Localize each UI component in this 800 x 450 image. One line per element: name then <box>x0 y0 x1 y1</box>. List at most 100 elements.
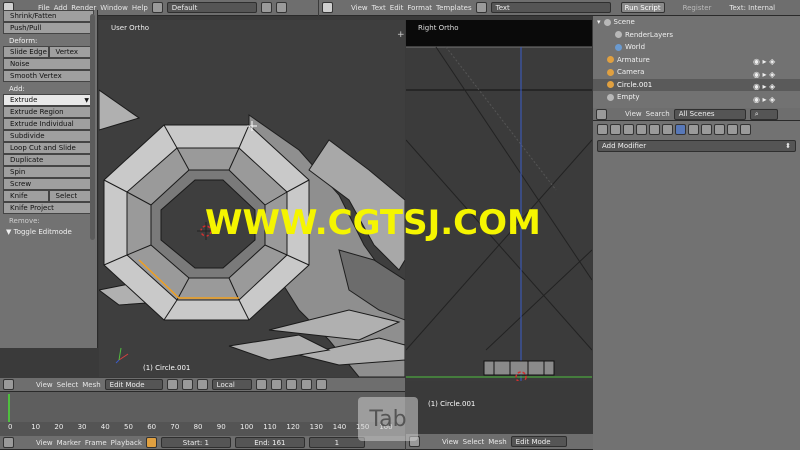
register-checkbox[interactable]: Register <box>683 4 712 12</box>
snap-icon[interactable] <box>315 379 327 390</box>
viewport-left-label: User Ortho <box>111 24 150 32</box>
spin-button[interactable]: Spin <box>3 166 94 178</box>
push-pull-button[interactable]: Push/Pull <box>3 22 94 34</box>
constraints-tab-icon[interactable] <box>662 124 673 135</box>
viewport-corner-plus-icon[interactable]: + <box>397 30 405 40</box>
outliner-row-renderlayers[interactable]: RenderLayers <box>593 29 800 42</box>
modifiers-tab-icon[interactable] <box>675 124 686 135</box>
add-modifier-select[interactable]: Add Modifier ⬍ <box>597 140 796 152</box>
view3d-menu-select[interactable]: Select <box>57 381 79 389</box>
timeline-menu-view[interactable]: View <box>36 439 53 447</box>
outliner-view-menu[interactable]: View <box>625 110 642 118</box>
shrink-fatten-button[interactable]: Shrink/Fatten <box>3 10 94 22</box>
empty-icon <box>607 93 614 101</box>
viewport-user-ortho[interactable]: User Ortho (1) Circle.001 <box>99 20 405 377</box>
layout-select[interactable]: Default <box>166 2 257 13</box>
view3d-menu-mesh[interactable]: Mesh <box>82 381 100 389</box>
menu-help[interactable]: Help <box>132 4 148 12</box>
toggle-editmode-panel[interactable]: ▼ Toggle Editmode <box>0 226 97 238</box>
toolshelf-scrollbar[interactable] <box>90 14 95 240</box>
loop-cut-button[interactable]: Loop Cut and Slide <box>3 142 94 154</box>
visibility-icons[interactable]: ◉ ▸ ◈ ◉ ▸ ◈ ◉ ▸ ◈ ◉ ▸ ◈ <box>753 56 793 106</box>
timeline-tick: 60 <box>147 423 157 431</box>
outliner-row-world[interactable]: World <box>593 41 800 54</box>
deform-label: Deform: <box>9 37 38 45</box>
current-frame-marker[interactable] <box>8 394 10 424</box>
text-menu-text[interactable]: Text <box>372 4 386 12</box>
knife-project-button[interactable]: Knife Project <box>3 202 94 214</box>
pivot-icon[interactable] <box>181 379 193 390</box>
text-internal-label: Text: Internal <box>729 3 776 12</box>
shading-icon[interactable] <box>166 379 178 390</box>
keying-icon[interactable] <box>145 437 157 448</box>
object-tab-icon[interactable] <box>649 124 660 135</box>
mode-select[interactable]: Edit Mode <box>104 379 163 390</box>
layers-tab-icon[interactable] <box>610 124 621 135</box>
particles-tab-icon[interactable] <box>727 124 738 135</box>
material-tab-icon[interactable] <box>701 124 712 135</box>
end-frame-field[interactable]: End: 161 <box>234 437 305 448</box>
text-select[interactable]: Text <box>490 2 611 13</box>
outliner-row-scene[interactable]: ▾ Scene <box>593 16 800 29</box>
orientation-select[interactable]: Local <box>211 379 252 390</box>
text-menu-view[interactable]: View <box>351 4 368 12</box>
text-menu-templates[interactable]: Templates <box>436 4 472 12</box>
remove-layout-icon[interactable] <box>275 2 287 13</box>
expand-icon: ▾ <box>597 18 601 27</box>
noise-button[interactable]: Noise <box>3 58 94 70</box>
start-frame-field[interactable]: Start: 1 <box>160 437 231 448</box>
right-mode-select[interactable]: Edit Mode <box>510 436 567 447</box>
smooth-vertex-button[interactable]: Smooth Vertex <box>3 70 94 82</box>
timeline-editor-icon[interactable] <box>3 437 14 448</box>
data-tab-icon[interactable] <box>688 124 699 135</box>
vertex-button[interactable]: Vertex <box>48 46 94 58</box>
subdivide-button[interactable]: Subdivide <box>3 130 94 142</box>
duplicate-button[interactable]: Duplicate <box>3 154 94 166</box>
right-view3d-header: View Select Mesh Edit Mode <box>406 434 593 450</box>
view3d-menu-view[interactable]: View <box>36 381 53 389</box>
physics-tab-icon[interactable] <box>740 124 751 135</box>
slide-edge-button[interactable]: Slide Edge <box>3 46 49 58</box>
knife-select-button[interactable]: Select <box>48 190 94 202</box>
vertex-select-icon[interactable] <box>255 379 267 390</box>
text-menu-format[interactable]: Format <box>407 4 432 12</box>
text-datablock-icon[interactable] <box>475 2 487 13</box>
add-layout-icon[interactable] <box>260 2 272 13</box>
manipulator-icon[interactable] <box>196 379 208 390</box>
viewport-right-ortho[interactable]: Right Ortho (1) Circle.001 <box>406 20 592 381</box>
right-menu-mesh[interactable]: Mesh <box>488 438 506 446</box>
right-menu-select[interactable]: Select <box>463 438 485 446</box>
current-frame-field[interactable]: 1 <box>308 437 365 448</box>
screen-layout-icon[interactable] <box>151 2 163 13</box>
outliner-search-menu[interactable]: Search <box>646 110 670 118</box>
circle-label: Circle.001 <box>617 80 653 89</box>
render-tab-icon[interactable] <box>597 124 608 135</box>
text-menu-edit[interactable]: Edit <box>390 4 404 12</box>
face-select-icon[interactable] <box>285 379 297 390</box>
world-tab-icon[interactable] <box>636 124 647 135</box>
outliner-scenes-select[interactable]: All Scenes <box>673 108 746 120</box>
screw-button[interactable]: Screw <box>3 178 94 190</box>
menu-window[interactable]: Window <box>100 4 128 12</box>
extrude-button[interactable]: Extrude ▼ <box>3 94 94 106</box>
timeline-menu-marker[interactable]: Marker <box>57 439 81 447</box>
edge-select-icon[interactable] <box>270 379 282 390</box>
extrude-region-button[interactable]: Extrude Region <box>3 106 94 118</box>
right-menu-view[interactable]: View <box>442 438 459 446</box>
outliner-editor-icon[interactable] <box>596 108 607 120</box>
timeline-menu-playback[interactable]: Playback <box>111 439 142 447</box>
extrude-individual-button[interactable]: Extrude Individual <box>3 118 94 130</box>
texture-tab-icon[interactable] <box>714 124 725 135</box>
run-script-button[interactable]: Run Script <box>620 2 665 13</box>
camera-icon <box>607 68 614 76</box>
knife-button[interactable]: Knife <box>3 190 49 202</box>
view3d-editor-icon[interactable] <box>3 379 14 390</box>
scene-tab-icon[interactable] <box>623 124 634 135</box>
outliner-search-field[interactable]: ⌕ <box>749 108 778 120</box>
timeline-menu-frame[interactable]: Frame <box>85 439 107 447</box>
mesh-icon <box>607 81 614 89</box>
mesh-view-right <box>406 46 592 381</box>
timeline-area[interactable]: 0102030405060708090100110120130140150160 <box>0 392 405 436</box>
editor-type-icon[interactable] <box>322 2 333 13</box>
proportional-icon[interactable] <box>300 379 312 390</box>
